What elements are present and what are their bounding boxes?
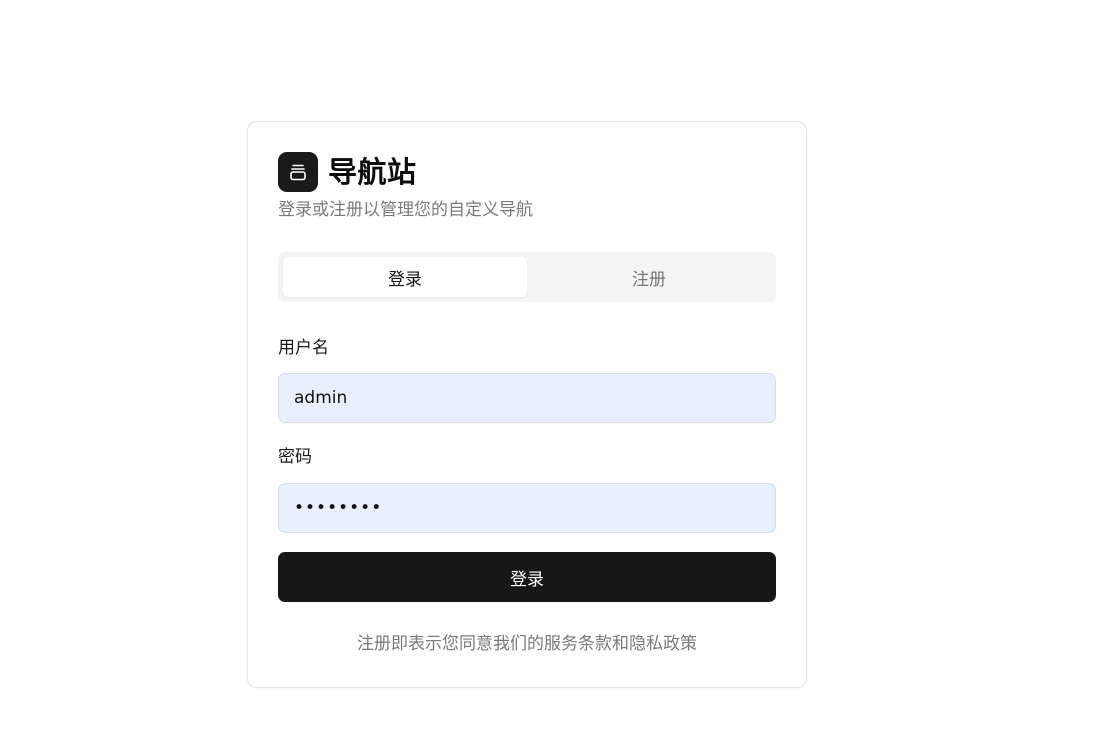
app-title: 导航站 (328, 155, 417, 189)
username-input[interactable] (294, 388, 760, 408)
login-submit-button[interactable]: 登录 (278, 552, 776, 602)
password-label: 密码 (278, 447, 312, 467)
username-label: 用户名 (278, 338, 329, 358)
app-subtitle: 登录或注册以管理您的自定义导航 (278, 200, 533, 220)
login-card: 导航站 登录或注册以管理您的自定义导航 登录 注册 用户名 密码 登录 注册即表… (247, 121, 807, 688)
password-field-wrapper (278, 483, 776, 533)
app-logo-glyph (290, 164, 306, 181)
tab-login[interactable]: 登录 (283, 257, 527, 297)
password-input[interactable] (294, 498, 760, 518)
auth-tabs: 登录 注册 (278, 252, 776, 302)
terms-notice: 注册即表示您同意我们的服务条款和隐私政策 (357, 634, 697, 654)
username-field-wrapper (278, 373, 776, 423)
brand-header: 导航站 (278, 152, 417, 192)
app-logo-icon (278, 152, 318, 192)
tab-register[interactable]: 注册 (527, 257, 771, 297)
